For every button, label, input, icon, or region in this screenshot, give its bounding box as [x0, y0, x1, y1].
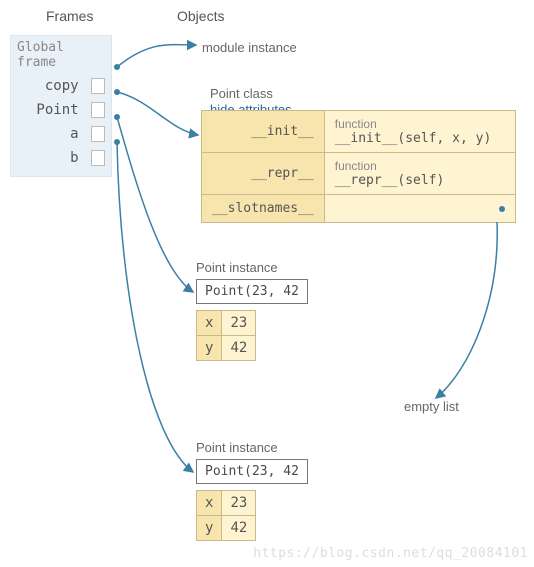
attr-row: x 23 [197, 491, 256, 516]
attr-row: x 23 [197, 311, 256, 336]
frame-var-label: a [70, 126, 78, 142]
frames-header: Frames [46, 8, 93, 24]
instance-label: Point instance [196, 440, 308, 455]
frame-var-slot [91, 126, 105, 142]
attr-val: 23 [222, 491, 256, 516]
attr-val: 42 [222, 336, 256, 361]
instance-attrs-table: x 23 y 42 [196, 310, 256, 361]
pointer-dot-icon [499, 206, 505, 212]
pointer-dot-icon [114, 139, 120, 145]
class-attr-name: __slotnames__ [202, 195, 325, 223]
attr-key: x [197, 311, 222, 336]
frame-var-a: a [11, 122, 111, 146]
global-frame-title: Global frame [11, 36, 111, 74]
class-row-slotnames: __slotnames__ [202, 195, 516, 223]
class-attr-name: __init__ [202, 111, 325, 153]
watermark: https://blog.csdn.net/qq_20084101 [253, 546, 528, 561]
class-row-repr: __repr__ function __repr__(self) [202, 153, 516, 195]
frame-var-b: b [11, 146, 111, 170]
attr-row: y 42 [197, 336, 256, 361]
module-instance-label: module instance [202, 40, 297, 55]
class-attr-value: function __init__(self, x, y) [324, 111, 515, 153]
attr-key: x [197, 491, 222, 516]
arrow-copy-to-module [117, 45, 196, 67]
point-instance-b: Point instance Point(23, 42 x 23 y 42 [196, 440, 308, 541]
instance-repr: Point(23, 42 [196, 279, 308, 304]
arrow-b-to-instance [117, 142, 193, 472]
arrow-point-to-class [117, 92, 198, 135]
frame-var-slot [91, 102, 105, 118]
point-instance-a: Point instance Point(23, 42 x 23 y 42 [196, 260, 308, 361]
frame-var-label: b [70, 150, 78, 166]
objects-header: Objects [177, 8, 224, 24]
instance-attrs-table: x 23 y 42 [196, 490, 256, 541]
function-label: function [335, 159, 505, 173]
class-attr-name: __repr__ [202, 153, 325, 195]
function-signature: __init__(self, x, y) [335, 131, 505, 146]
attr-val: 42 [222, 516, 256, 541]
pointer-dot-icon [114, 89, 120, 95]
point-class-label: Point class [210, 86, 273, 101]
function-label: function [335, 117, 505, 131]
arrow-a-to-instance [117, 117, 193, 292]
point-class-table: __init__ function __init__(self, x, y) _… [201, 110, 516, 223]
attr-key: y [197, 516, 222, 541]
arrow-slotnames-to-emptylist [436, 222, 497, 398]
empty-list-label: empty list [404, 399, 459, 414]
class-attr-value: function __repr__(self) [324, 153, 515, 195]
attr-val: 23 [222, 311, 256, 336]
global-frame: Global frame copy Point a b [10, 35, 112, 177]
frame-var-point: Point [11, 98, 111, 122]
attr-key: y [197, 336, 222, 361]
instance-repr: Point(23, 42 [196, 459, 308, 484]
frame-var-copy: copy [11, 74, 111, 98]
attr-row: y 42 [197, 516, 256, 541]
pointer-dot-icon [114, 114, 120, 120]
instance-label: Point instance [196, 260, 308, 275]
function-signature: __repr__(self) [335, 173, 505, 188]
class-attr-value [324, 195, 515, 223]
class-row-init: __init__ function __init__(self, x, y) [202, 111, 516, 153]
frame-var-slot [91, 78, 105, 94]
frame-var-label: copy [45, 78, 79, 94]
pointer-dot-icon [114, 64, 120, 70]
frame-var-slot [91, 150, 105, 166]
frame-var-label: Point [36, 102, 78, 118]
